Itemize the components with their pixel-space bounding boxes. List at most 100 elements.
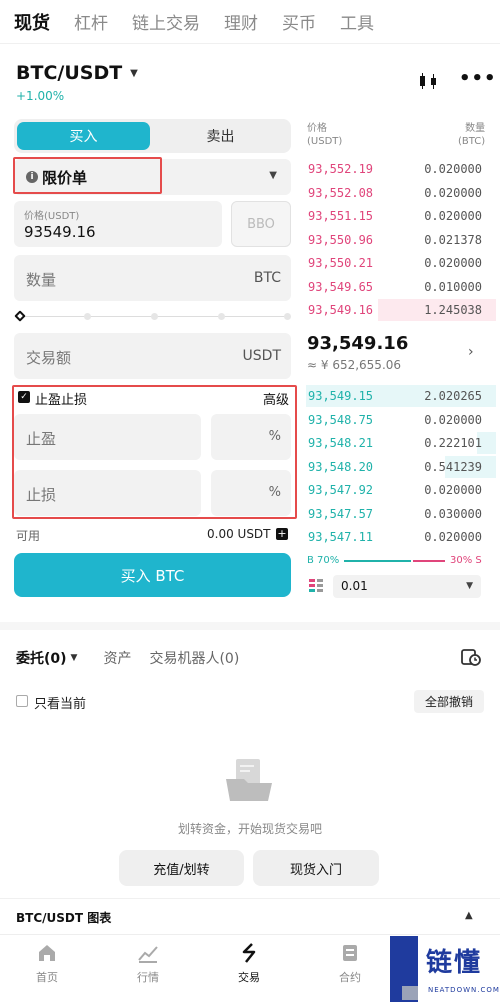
stop-loss-input[interactable]: 止损 [14,470,201,516]
quantity-placeholder: 数量 [26,271,57,289]
cancel-all-button[interactable]: 全部撤销 [414,690,484,713]
watermark-l-foot [402,986,418,1000]
bottom-nav-trade[interactable]: 交易 [219,943,279,985]
stop-loss-percent-input[interactable]: % [211,470,291,516]
buy-button[interactable]: 买入 BTC [14,553,291,597]
nav-tab-buy-crypto[interactable]: 买币 [282,9,316,34]
order-history-icon[interactable] [461,648,481,666]
trade-icon [242,943,256,963]
orderbook-price: 93,549.65 [308,279,374,294]
orderbook-row[interactable]: 93,548.21 0.222101 [300,432,496,454]
tab-assets[interactable]: 资产 [103,648,131,668]
orderbook-price: 93,547.57 [308,506,374,521]
tab-sell[interactable]: 卖出 [154,122,287,150]
orderbook-row[interactable]: 93,550.96 0.021378 [300,229,496,251]
available-value: 0.00 USDT [207,527,271,541]
bottom-nav-label: 合约 [339,971,361,984]
dropdown-arrow-icon: ▼ [269,170,277,181]
only-current-checkbox[interactable] [16,695,28,707]
orderbook-price: 93,550.96 [308,232,374,247]
orderbook-row[interactable]: 93,549.16 1.245038 [300,299,496,321]
orderbook-qty: 0.222101 [424,436,482,450]
bottom-nav-label: 首页 [36,971,58,984]
take-profit-input[interactable]: 止盈 [14,414,201,460]
orderbook-row[interactable]: 93,547.92 0.020000 [300,479,496,501]
orderbook-price: 93,548.21 [308,436,374,450]
pair-name: BTC/USDT [16,62,123,84]
bottom-nav-label: 交易 [238,971,260,984]
trade-amount-input[interactable]: 交易额 USDT [14,333,291,379]
precision-select[interactable]: 0.01 ▼ [333,575,481,598]
slider-stop-100[interactable] [284,313,291,320]
take-profit-percent-input[interactable]: % [211,414,291,460]
orders-tabs: 委托(0) ▼ 资产 交易机器人(0) [16,648,257,668]
add-funds-icon[interactable]: + [276,528,288,540]
tpsl-checkbox[interactable]: ✓ [18,391,30,403]
chart-bar-label: BTC/USDT 图表 [16,911,112,925]
chart-toggle-bar[interactable]: BTC/USDT 图表 ▲ [0,898,500,932]
orderbook-row[interactable]: 93,551.15 0.020000 [300,205,496,227]
watermark-en: NEATDOWN.COM [428,986,500,994]
orderbook-row[interactable]: 93,550.21 0.020000 [300,252,496,274]
empty-state-text: 划转资金，开始现货交易吧 [177,822,322,836]
qty-header-label: 数量 [465,123,486,134]
tab-orders[interactable]: 委托(0) [16,648,67,668]
precision-value: 0.01 [341,579,368,593]
orderbook-row[interactable]: 93,549.65 0.010000 [300,276,496,298]
bbo-button[interactable]: BBO [231,201,291,247]
quantity-input[interactable]: 数量 BTC [14,255,291,301]
nav-tab-tools[interactable]: 工具 [340,9,374,34]
nav-tab-margin[interactable]: 杠杆 [74,9,108,34]
nav-tab-onchain[interactable]: 链上交易 [132,9,200,34]
tab-buy[interactable]: 买入 [17,122,150,150]
orderbook-price-header: 价格 (USDT) [307,122,342,148]
buy-ratio-label: B 70% [307,555,340,566]
home-icon [39,945,55,961]
caret-up-icon[interactable]: ▲ [465,910,473,921]
nav-tab-earn[interactable]: 理财 [224,9,258,34]
price-header-label: 价格 [307,123,327,134]
orderbook-price: 93,549.15 [308,389,374,403]
orderbook-qty: 0.020000 [424,256,482,270]
caret-down-icon[interactable]: ▼ [71,653,78,663]
trade-side-toggle: 买入 卖出 [14,119,291,153]
deposit-transfer-button[interactable]: 充值/划转 [119,850,244,886]
last-price: 93,549.16 [307,333,409,354]
bottom-nav-markets[interactable]: 行情 [118,943,178,985]
advanced-link[interactable]: 高级 [263,389,289,408]
chevron-right-icon[interactable]: › [468,344,474,360]
orderbook-row[interactable]: 93,547.57 0.030000 [300,503,496,525]
orderbook-qty: 0.020000 [424,412,482,427]
sell-ratio-label: 30% S [450,555,482,566]
orderbook-qty: 0.021378 [424,232,482,247]
orderbook-row[interactable]: 93,552.19 0.020000 [300,158,496,180]
pair-selector[interactable]: BTC/USDT ▼ [16,62,138,84]
slider-stop-25[interactable] [84,313,91,320]
orderbook-row[interactable]: 93,548.75 0.020000 [300,409,496,431]
orderbook-row[interactable]: 93,549.15 2.020265 [300,385,496,407]
orderbook-layout-icon[interactable] [309,578,323,592]
tab-trading-bots[interactable]: 交易机器人(0) [149,648,239,668]
bottom-nav-label: 行情 [137,971,159,984]
bottom-nav-home[interactable]: 首页 [17,943,77,985]
slider-stop-75[interactable] [218,313,225,320]
nav-tab-spot[interactable]: 现货 [14,9,50,35]
more-icon[interactable]: ••• [459,68,497,89]
orderbook-qty: 0.010000 [424,279,482,294]
orderbook-row[interactable]: 93,552.08 0.020000 [300,182,496,204]
quantity-unit: BTC [253,270,281,286]
markets-chart-icon [138,946,158,963]
candlestick-chart-icon[interactable] [418,72,440,95]
spot-intro-button[interactable]: 现货入门 [253,850,379,886]
slider-stop-50[interactable] [151,313,158,320]
orderbook-qty: 0.020000 [424,483,482,497]
orderbook-price: 93,552.19 [308,162,374,176]
take-profit-placeholder: 止盈 [26,430,57,448]
bottom-nav-futures[interactable]: 合约 [320,943,380,985]
orderbook-qty: 1.245038 [424,303,482,317]
orderbook-row[interactable]: 93,547.11 0.020000 [300,526,496,548]
slider-handle[interactable] [14,310,26,322]
caret-down-icon: ▼ [130,67,138,79]
orderbook-row[interactable]: 93,548.20 0.541239 [300,455,496,478]
price-input[interactable]: 价格(USDT) 93549.16 [14,201,222,247]
